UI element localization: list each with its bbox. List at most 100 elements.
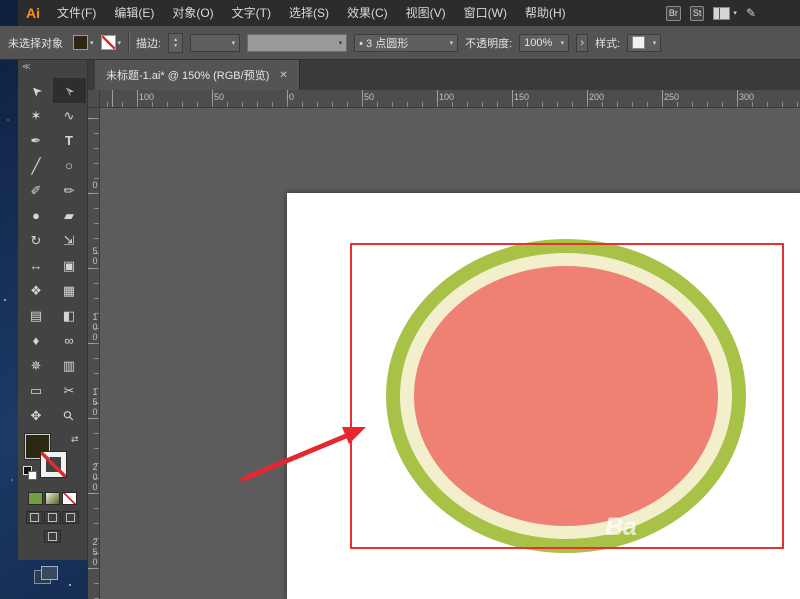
menu-help[interactable]: 帮助(H) <box>516 0 575 26</box>
paintbrush-tool-icon: ✐ <box>31 183 42 199</box>
chevron-down-icon: ▾ <box>339 39 343 47</box>
line-tool[interactable]: ╱ <box>20 153 53 178</box>
stroke-weight-dropdown[interactable]: ▾ <box>190 34 240 52</box>
fill-color-dropdown[interactable]: ▾ <box>73 35 94 50</box>
stroke-color-dropdown[interactable]: ▾ <box>101 35 122 50</box>
workspace-pen-icon[interactable]: ✎ <box>746 6 756 20</box>
column-graph-tool[interactable]: ▥ <box>53 353 86 378</box>
symbol-sprayer-tool-icon: ✵ <box>31 358 42 374</box>
opacity-value: 100% <box>524 37 552 49</box>
v-ruler-label: 200 <box>90 462 99 492</box>
opacity-dropdown[interactable]: 100% ▾ <box>519 34 569 52</box>
h-ruler-label: 100 <box>139 92 154 102</box>
h-ruler-label: 50 <box>214 92 224 102</box>
scale-tool-icon: ⇲ <box>64 233 75 249</box>
separator <box>128 32 129 54</box>
blob-brush-tool-icon: ● <box>32 208 40 223</box>
default-fill-stroke-icon[interactable] <box>23 466 37 480</box>
draw-normal-button[interactable] <box>26 511 43 524</box>
ruler-origin-corner[interactable] <box>88 90 100 108</box>
v-ruler[interactable]: 050100150200250 <box>88 108 100 599</box>
menu-window[interactable]: 窗口(W) <box>455 0 516 26</box>
draw-inside-button[interactable] <box>62 511 79 524</box>
eyedropper-tool[interactable]: ♦ <box>20 328 53 353</box>
symbol-sprayer-tool[interactable]: ✵ <box>20 353 53 378</box>
stock-icon[interactable]: St <box>690 6 705 21</box>
paintbrush-tool[interactable]: ✐ <box>20 178 53 203</box>
style-label: 样式: <box>595 35 620 51</box>
close-icon[interactable]: ✕ <box>279 70 287 81</box>
stroke-weight-stepper[interactable]: ▴ ▾ <box>168 33 183 53</box>
perspective-grid-tool[interactable]: ▦ <box>53 278 86 303</box>
rotate-tool[interactable]: ↻ <box>20 228 53 253</box>
stepper-down-icon[interactable]: ▾ <box>174 43 177 49</box>
zoom-tool[interactable]: ⚲ <box>53 403 86 428</box>
h-ruler[interactable]: 10050050100150200250300 <box>100 90 800 108</box>
document-tab[interactable]: 未标题-1.ai* @ 150% (RGB/预览) ✕ <box>95 60 300 90</box>
free-transform-tool[interactable]: ▣ <box>53 253 86 278</box>
h-ruler-label: 250 <box>664 92 679 102</box>
pencil-tool[interactable]: ✏ <box>53 178 86 203</box>
hand-tool[interactable]: ✥ <box>20 403 53 428</box>
panel-collapse-button[interactable]: ≪ <box>18 60 87 76</box>
scale-tool[interactable]: ⇲ <box>53 228 86 253</box>
h-ruler-label: 300 <box>739 92 754 102</box>
magic-wand-tool[interactable]: ✶ <box>20 103 53 128</box>
artboard-tool[interactable]: ▭ <box>20 378 53 403</box>
lasso-tool-icon: ∿ <box>64 108 75 124</box>
menu-view[interactable]: 视图(V) <box>397 0 455 26</box>
gradient-tool[interactable]: ◧ <box>53 303 86 328</box>
style-dropdown[interactable]: ▾ <box>627 34 661 52</box>
v-ruler-label: 150 <box>90 387 99 417</box>
eraser-tool-icon: ▰ <box>64 208 74 224</box>
menu-effect[interactable]: 效果(C) <box>338 0 397 26</box>
arrange-documents-button[interactable]: ▾ <box>713 7 737 20</box>
v-ruler-label: 100 <box>90 312 99 342</box>
pen-tool[interactable]: ✒ <box>20 128 53 153</box>
selection-tool[interactable]: ➤ <box>20 78 53 103</box>
eraser-tool[interactable]: ▰ <box>53 203 86 228</box>
bridge-icon[interactable]: Br <box>666 6 681 21</box>
h-ruler-label: 150 <box>514 92 529 102</box>
direct-selection-tool-icon: ➢ <box>59 81 78 100</box>
type-tool[interactable]: T <box>53 128 86 153</box>
blend-tool[interactable]: ∞ <box>53 328 86 353</box>
canvas[interactable]: Ba <box>100 108 800 599</box>
annotation-arrow <box>100 108 800 599</box>
brush-definition-dropdown[interactable]: • 3 点圆形 ▾ <box>354 34 458 52</box>
chevron-down-icon: ▾ <box>232 39 236 47</box>
lasso-tool[interactable]: ∿ <box>53 103 86 128</box>
color-button[interactable] <box>28 492 43 505</box>
selection-tool-icon: ➤ <box>26 81 45 100</box>
gradient-tool-icon: ◧ <box>63 308 75 324</box>
width-profile-dropdown[interactable]: ▾ <box>247 34 347 52</box>
direct-selection-tool[interactable]: ➢ <box>53 78 86 103</box>
menu-select[interactable]: 选择(S) <box>280 0 338 26</box>
gradient-button[interactable] <box>45 492 60 505</box>
ellipse-tool[interactable]: ○ <box>53 153 86 178</box>
window-stack-icon[interactable] <box>34 566 58 584</box>
stroke-swatch[interactable] <box>41 452 66 477</box>
style-swatch <box>632 36 645 49</box>
menu-object[interactable]: 对象(O) <box>163 0 222 26</box>
stroke-label: 描边: <box>136 35 161 51</box>
screen-mode-button[interactable] <box>44 530 61 543</box>
opacity-panel-button[interactable]: › <box>576 34 588 52</box>
width-tool[interactable]: ↔ <box>20 253 53 278</box>
blob-brush-tool[interactable]: ● <box>20 203 53 228</box>
mesh-tool[interactable]: ▤ <box>20 303 53 328</box>
chevron-down-icon: ▾ <box>561 39 565 47</box>
menu-type[interactable]: 文字(T) <box>223 0 280 26</box>
layout-grid-icon <box>713 7 730 20</box>
pen-tool-icon: ✒ <box>31 133 42 149</box>
menu-right-icons: Br St ▾ ✎ <box>666 6 800 21</box>
menu-file[interactable]: 文件(F) <box>48 0 105 26</box>
none-button[interactable] <box>62 492 77 505</box>
drawing-modes-row <box>18 511 87 524</box>
slice-tool[interactable]: ✂ <box>53 378 86 403</box>
chevron-down-icon: ▾ <box>733 9 737 17</box>
shape-builder-tool[interactable]: ❖ <box>20 278 53 303</box>
menu-edit[interactable]: 编辑(E) <box>105 0 163 26</box>
draw-behind-button[interactable] <box>44 511 61 524</box>
swap-fill-stroke-icon[interactable]: ⇄ <box>71 434 79 445</box>
